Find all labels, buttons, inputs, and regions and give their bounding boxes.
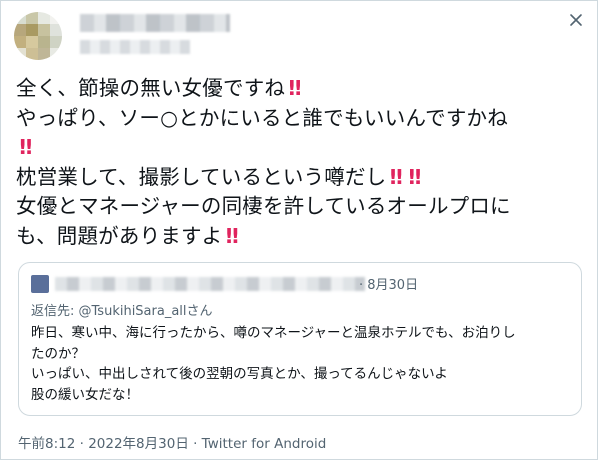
tweet-text: 全く、節操の無い女優ですね!! やっぱり、ソー○とかにいると誰でもいいんですかね!… <box>16 74 586 251</box>
quoted-name-redacted[interactable] <box>55 277 365 291</box>
quoted-line: 昨日、寒い中、海に行ったから、噂のマネージャーと温泉ホテルでも、お泊りし <box>31 325 516 341</box>
avatar-pixel <box>38 12 50 24</box>
avatar-pixel <box>14 24 26 36</box>
quoted-line: たのか？ <box>31 345 85 362</box>
display-name-redacted[interactable] <box>80 14 230 32</box>
tweet-line: 女優とマネージャーの同棲を許しているオールプロに <box>16 192 586 222</box>
double-exclamation-icon: !! <box>287 76 303 100</box>
avatar[interactable] <box>14 12 62 60</box>
quoted-avatar[interactable] <box>31 275 49 293</box>
double-exclamation-icon: !! <box>407 164 423 189</box>
double-exclamation-icon: !! <box>388 164 404 189</box>
avatar-pixel <box>26 36 38 48</box>
tweet-line: 枕営業して、撮影しているという噂だし!!!! <box>16 163 586 193</box>
tweet-line-text: 女優とマネージャーの同棲を許しているオールプロに <box>16 194 511 218</box>
tweet-line: やっぱり、ソー○とかにいると誰でもいいんですかね <box>16 104 586 134</box>
reply-mention[interactable]: @TsukihiSara_allさん <box>79 304 213 319</box>
quoted-date[interactable]: · 8月30日 <box>359 274 418 293</box>
double-exclamation-icon: !! <box>18 135 34 159</box>
close-icon[interactable] <box>566 10 586 30</box>
tweet-line: 全く、節操の無い女優ですね!! <box>16 74 586 104</box>
quoted-tweet[interactable]: · 8月30日 返信先: @TsukihiSara_allさん 昨日、寒い中、海… <box>18 262 582 416</box>
avatar-pixel <box>14 36 26 48</box>
tweet-line-text: も、問題がありますよ <box>16 223 223 248</box>
quoted-line: 股の緩い女だな！ <box>31 386 139 403</box>
reply-prefix: 返信先: <box>31 304 79 319</box>
tweet-line: も、問題がありますよ!! <box>16 222 586 252</box>
double-exclamation-icon: !! <box>224 223 240 248</box>
avatar-pixel <box>26 12 38 24</box>
tweet-line-text: やっぱり、ソー○とかにいると誰でもいいんですかね <box>16 105 508 130</box>
quoted-line: いっぱい、中出しされて後の翌朝の写真とか、撮ってるんじゃないよ <box>31 366 448 382</box>
handle-redacted[interactable] <box>80 40 190 54</box>
quoted-text: 昨日、寒い中、海に行ったから、噂のマネージャーと温泉ホテルでも、お泊りし たのか？… <box>31 323 571 405</box>
tweet-line: !! <box>16 133 586 163</box>
reply-to: 返信先: @TsukihiSara_allさん <box>31 300 213 319</box>
avatar-pixel <box>38 36 50 48</box>
tweet-line-text: 枕営業して、撮影しているという噂だし <box>16 164 387 189</box>
tweet-meta[interactable]: 午前8:12 · 2022年8月30日 · Twitter for Androi… <box>18 432 326 452</box>
avatar-pixel <box>26 24 38 36</box>
tweet-line-text: 全く、節操の無い女優ですね <box>16 76 286 100</box>
avatar-pixel <box>38 24 50 36</box>
